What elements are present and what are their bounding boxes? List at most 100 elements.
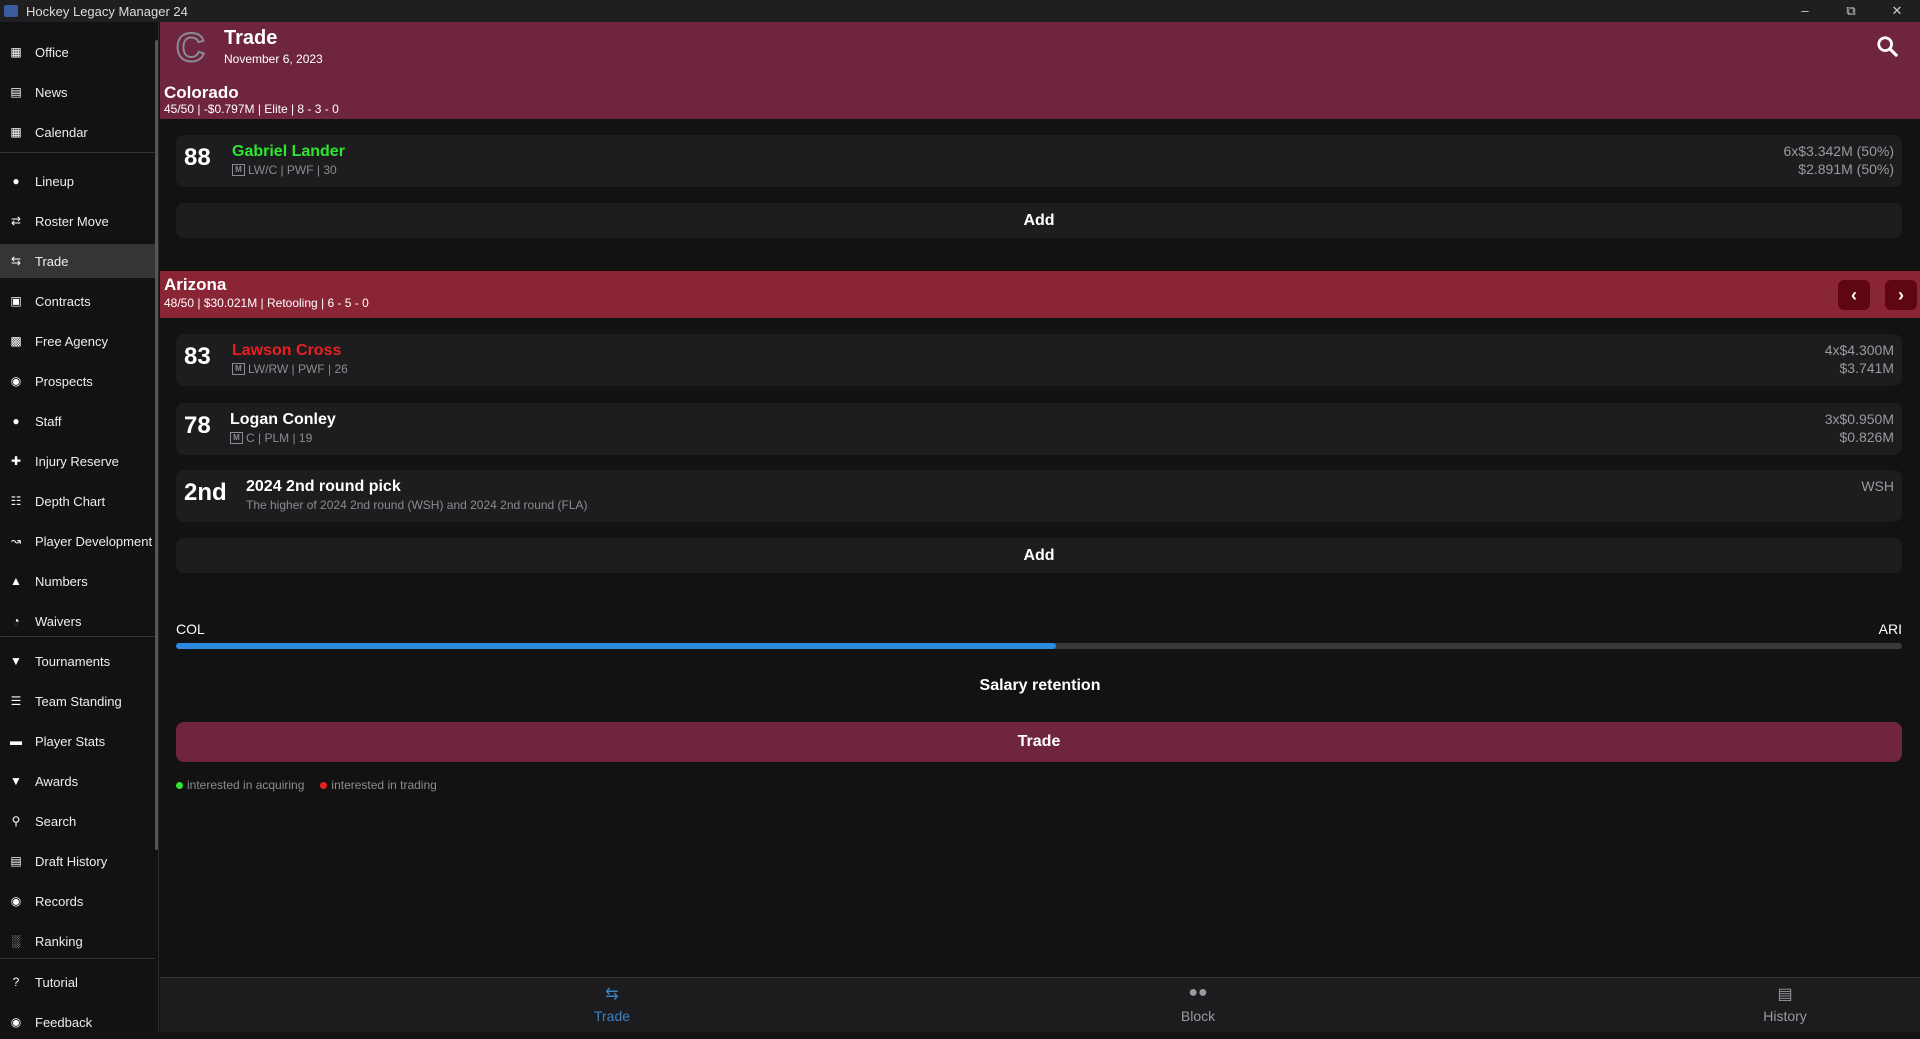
player-rating: 83 xyxy=(184,343,211,371)
chevron-left-icon: ‹ xyxy=(1851,285,1857,306)
tab-trade[interactable]: ⇆Trade xyxy=(552,984,672,1024)
sitemap-icon: ☷ xyxy=(9,494,23,508)
player-name: Gabriel Lander xyxy=(232,143,345,161)
legend: interested in acquiring interested in tr… xyxy=(176,778,437,792)
sidebar-item-roster-move[interactable]: ⇄Roster Move xyxy=(0,204,155,238)
legend-trading: interested in trading xyxy=(331,778,436,792)
contract: 6x$3.342M (50%) xyxy=(1783,143,1894,159)
green-dot-icon xyxy=(176,782,183,789)
sidebar-item-label: Draft History xyxy=(35,854,107,869)
tab-block[interactable]: ●● Block xyxy=(1138,984,1258,1024)
pick-card[interactable]: 2nd 2024 2nd round pick The higher of 20… xyxy=(176,470,1902,522)
player-rating: 78 xyxy=(184,412,211,440)
sidebar-item-label: Calendar xyxy=(35,125,88,140)
tab-label: Block xyxy=(1181,1008,1215,1024)
trade-button[interactable]: Trade xyxy=(176,722,1902,762)
sidebar-item-news[interactable]: ▤ News xyxy=(0,75,155,109)
book-icon: ▤ xyxy=(9,854,23,868)
users-icon: ●● xyxy=(1188,984,1208,1004)
sidebar-item-label: Ranking xyxy=(35,934,83,949)
team1-info: 45/50 | -$0.797M | Elite | 8 - 3 - 0 xyxy=(164,102,339,116)
pick-round: 2nd xyxy=(184,479,227,507)
sidebar-item-injury-reserve[interactable]: ✚Injury Reserve xyxy=(0,444,155,478)
sidebar-item-contracts[interactable]: ▣Contracts xyxy=(0,284,155,318)
sidebar-item-depth-chart[interactable]: ☷ Depth Chart xyxy=(0,484,155,518)
sidebar-item-label: Tutorial xyxy=(35,975,78,990)
add-team1-asset-button[interactable]: Add xyxy=(176,203,1902,238)
trade-icon: ⇆ xyxy=(602,984,622,1004)
add-team2-asset-button[interactable]: Add xyxy=(176,538,1902,573)
sidebar-item-draft-history[interactable]: ▤ Draft History xyxy=(0,844,155,878)
contract-icon: ▣ xyxy=(9,294,23,308)
sidebar-item-awards[interactable]: ▼Awards xyxy=(0,764,155,798)
person-icon: ● xyxy=(9,414,23,428)
sidebar-item-label: News xyxy=(35,85,68,100)
team-mark-icon: M xyxy=(232,363,245,375)
sidebar-item-calendar[interactable]: ▦ Calendar xyxy=(0,115,155,149)
sidebar-item-label: Staff xyxy=(35,414,62,429)
sidebar-item-records[interactable]: ◉Records xyxy=(0,884,155,918)
sidebar-item-waivers[interactable]: ◔Waivers xyxy=(0,604,155,638)
sidebar-item-ranking[interactable]: ░Ranking xyxy=(0,924,155,958)
minimize-button[interactable]: – xyxy=(1782,0,1828,22)
next-team-button[interactable]: › xyxy=(1885,280,1917,310)
sidebar-item-numbers[interactable]: ▲Numbers xyxy=(0,564,155,598)
puck-icon: ▬ xyxy=(9,734,23,748)
salary-retention-button[interactable]: Salary retention xyxy=(160,677,1920,695)
trade-balance-fill xyxy=(176,643,1056,649)
player-name: Logan Conley xyxy=(230,411,336,429)
page-title: Trade xyxy=(224,27,277,50)
chevron-right-icon: › xyxy=(1898,285,1904,306)
page-date: November 6, 2023 xyxy=(224,52,323,66)
sidebar-item-player-development[interactable]: ↝Player Development xyxy=(0,524,155,558)
player-details: LW/C | PWF | 30 xyxy=(248,163,337,177)
cap-hit: $0.826M xyxy=(1840,429,1894,445)
sidebar-item-staff[interactable]: ● Staff xyxy=(0,404,155,438)
newspaper-icon: ▤ xyxy=(9,85,23,99)
sidebar-item-label: Trade xyxy=(35,254,68,269)
restore-button[interactable]: ⧉ xyxy=(1828,0,1874,22)
sidebar-item-prospects[interactable]: ◉Prospects xyxy=(0,364,155,398)
award-icon: ▼ xyxy=(9,774,23,788)
sidebar-item-trade[interactable]: ⇆Trade xyxy=(0,244,155,278)
sidebar-item-label: Depth Chart xyxy=(35,494,105,509)
sidebar-item-player-stats[interactable]: ▬Player Stats xyxy=(0,724,155,758)
prev-team-button[interactable]: ‹ xyxy=(1838,280,1870,310)
main-content: C Trade November 6, 2023 Colorado 45/50 … xyxy=(160,22,1920,1032)
sidebar-item-team-standing[interactable]: ☰Team Standing xyxy=(0,684,155,718)
sidebar-item-free-agency[interactable]: ▩Free Agency xyxy=(0,324,155,358)
trade-header: C Trade November 6, 2023 Colorado 45/50 … xyxy=(160,22,1920,119)
bottom-nav: ⇆Trade ●● Block ▤History xyxy=(160,977,1920,1032)
comments-icon: ◉ xyxy=(9,1015,23,1029)
sidebar-scrollbar[interactable] xyxy=(155,40,158,850)
red-dot-icon xyxy=(320,782,327,789)
sidebar-item-tournaments[interactable]: ▼Tournaments xyxy=(0,644,155,678)
player-details: LW/RW | PWF | 26 xyxy=(248,362,348,376)
asset-card[interactable]: 83 Lawson Cross MLW/RW | PWF | 26 4x$4.3… xyxy=(176,334,1902,386)
ticket-icon: ▩ xyxy=(9,334,23,348)
title-bar: Hockey Legacy Manager 24 – ⧉ ✕ xyxy=(0,0,1920,22)
sidebar-item-search[interactable]: ⚲Search xyxy=(0,804,155,838)
calendar-icon: ▦ xyxy=(9,125,23,139)
sidebar-item-label: Injury Reserve xyxy=(35,454,119,469)
sidebar-item-feedback[interactable]: ◉Feedback xyxy=(0,1005,155,1039)
search-icon[interactable] xyxy=(1876,35,1898,57)
sidebar-divider xyxy=(0,958,155,959)
sidebar-item-tutorial[interactable]: ?Tutorial xyxy=(0,965,155,999)
sidebar-item-label: Office xyxy=(35,45,69,60)
team-logo: C xyxy=(176,26,205,71)
team1-name: Colorado xyxy=(164,83,239,103)
pick-team: WSH xyxy=(1861,478,1894,494)
sidebar-item-lineup[interactable]: ●Lineup xyxy=(0,164,155,198)
tab-history[interactable]: ▤History xyxy=(1725,984,1845,1024)
asset-card[interactable]: 88 Gabriel Lander MLW/C | PWF | 30 6x$3.… xyxy=(176,135,1902,187)
sidebar-item-label: Waivers xyxy=(35,614,81,629)
team2-header: Arizona 48/50 | $30.021M | Retooling | 6… xyxy=(160,271,1920,318)
sidebar-item-label: Roster Move xyxy=(35,214,109,229)
asset-card[interactable]: 78 Logan Conley MC | PLM | 19 3x$0.950M … xyxy=(176,403,1902,455)
sidebar-item-office[interactable]: ▦Office xyxy=(0,35,155,69)
sidebar: ▦Office ▤ News ▦ Calendar ●Lineup ⇄Roster Move… xyxy=(0,22,159,1032)
pick-name: 2024 2nd round pick xyxy=(246,478,401,496)
player-name: Lawson Cross xyxy=(232,342,341,360)
close-button[interactable]: ✕ xyxy=(1874,0,1920,22)
